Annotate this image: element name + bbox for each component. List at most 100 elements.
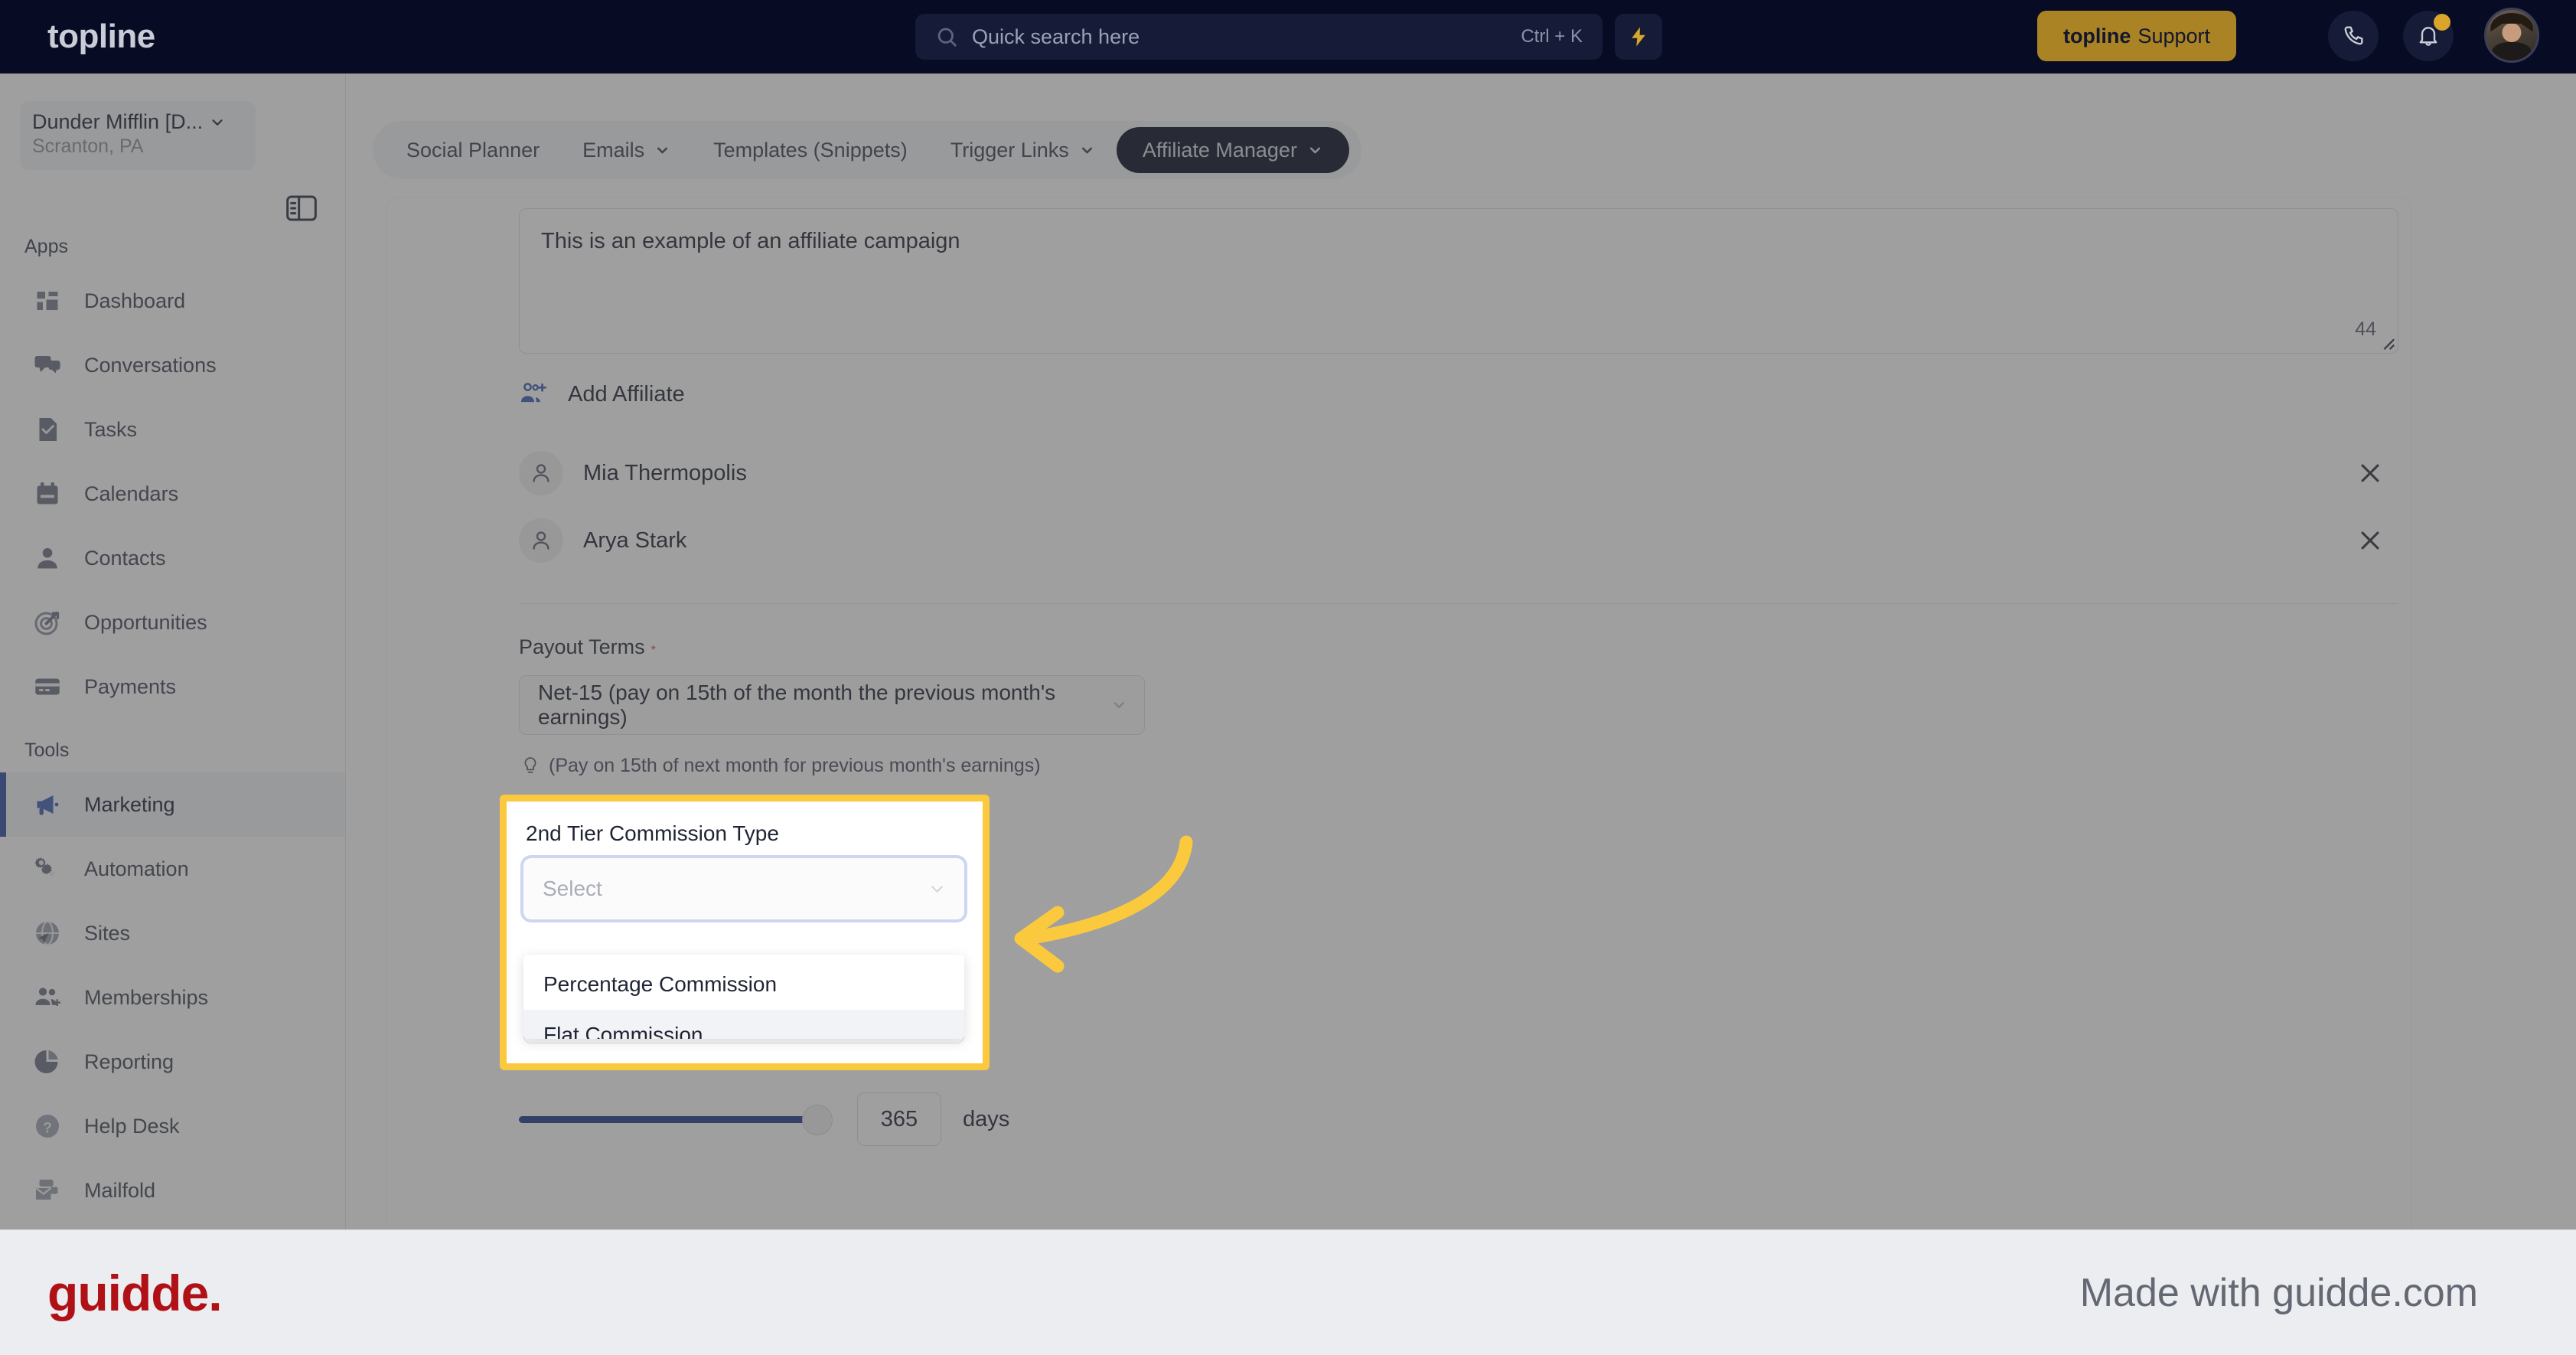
question-circle-icon: ? [36, 1115, 59, 1138]
guidde-made-with: Made with guidde.com [2079, 1270, 2478, 1315]
quick-search-placeholder: Quick search here [972, 24, 1140, 48]
sidebar-item-label: Dashboard [84, 289, 186, 312]
support-label: Support [2137, 24, 2211, 47]
people-add-icon [35, 988, 61, 1006]
tab-label: Templates (Snippets) [713, 138, 908, 162]
dropdown-option-label: Percentage Commission [543, 972, 778, 996]
affiliate-campaign-form: This is an example of an affiliate campa… [386, 198, 2411, 1229]
lightning-bolt-icon [1632, 27, 1645, 47]
chevron-down-icon [657, 147, 668, 153]
second-tier-commission-placeholder: Select [543, 877, 602, 900]
dashboard-icon [37, 292, 58, 310]
resize-grip-icon[interactable] [2379, 334, 2395, 351]
user-avatar[interactable] [2484, 8, 2539, 63]
sidebar-item-conversations[interactable]: Conversations [0, 333, 345, 397]
sidebar-item-automation[interactable]: Automation [0, 837, 345, 901]
tab-emails[interactable]: Emails [561, 127, 692, 173]
sidebar-item-contacts[interactable]: Contacts [0, 526, 345, 590]
quick-search-shortcut: Ctrl + K [1521, 26, 1583, 47]
chevron-down-icon [931, 885, 943, 893]
top-header-bar: topline Quick search here Ctrl + K topli… [0, 0, 2576, 73]
payout-terms-select[interactable]: Net-15 (pay on 15th of the month the pre… [519, 675, 1145, 735]
sidebar-item-reporting[interactable]: Reporting [0, 1030, 345, 1094]
second-tier-commission-select[interactable]: Select [523, 858, 964, 919]
sidebar-item-label: Help Desk [84, 1114, 180, 1138]
sidebar-item-mailfold[interactable]: Mailfold [0, 1158, 345, 1223]
sidebar-item-label: Contacts [84, 546, 166, 570]
application-window: Dunder Mifflin [D... Scranton, PA Apps D… [0, 0, 2576, 1229]
second-tier-commission-label: 2nd Tier Commission Type [526, 821, 779, 845]
affiliate-name: Arya Stark [583, 527, 687, 553]
sidebar-item-marketing[interactable]: Marketing [0, 772, 345, 837]
cookie-life-slider[interactable] [519, 1104, 833, 1135]
person-icon [533, 531, 549, 550]
avatar-face [2502, 23, 2522, 43]
sidebar-item-label: Mailfold [84, 1178, 156, 1202]
sidebar-item-sites[interactable]: Sites [0, 901, 345, 965]
slider-handle[interactable] [802, 1104, 833, 1135]
second-tier-commission-dropdown: Percentage Commission Flat Commission [523, 955, 964, 1039]
cookie-life-value: 365 [880, 1106, 918, 1131]
sidebar: Dunder Mifflin [D... Scranton, PA Apps D… [0, 73, 346, 1229]
tab-label: Emails [582, 138, 645, 162]
add-affiliate-label: Add Affiliate [568, 381, 685, 406]
task-document-icon [39, 418, 57, 441]
add-affiliate-button[interactable]: Add Affiliate [519, 380, 685, 409]
topline-support-button[interactable]: topline Support [2037, 11, 2236, 61]
sidebar-item-calendars[interactable]: Calendars [0, 462, 345, 526]
sidebar-item-label: Reporting [84, 1050, 174, 1073]
cookie-life-unit: days [963, 1106, 1010, 1131]
gears-icon [34, 857, 55, 877]
second-tier-commission-callout: 2nd Tier Commission Type Default Templat… [500, 795, 990, 1070]
sidebar-section-label-apps: Apps [24, 236, 68, 257]
sidebar-item-help-desk[interactable]: ? Help Desk [0, 1094, 345, 1158]
quick-search-input[interactable]: Quick search here Ctrl + K [915, 14, 1603, 60]
sidebar-item-label: Opportunities [84, 610, 207, 634]
tab-trigger-links[interactable]: Trigger Links [929, 127, 1117, 173]
sidebar-item-label: Sites [84, 921, 131, 945]
table-row: Arya Stark [519, 507, 2398, 574]
pie-chart-icon [34, 1050, 58, 1073]
cookie-life-input[interactable]: 365 [857, 1092, 941, 1146]
org-name: Dunder Mifflin [D... [32, 110, 204, 133]
guidde-footer: guidde. Made with guidde.com [0, 1229, 2576, 1355]
megaphone-icon [37, 795, 59, 815]
org-switcher[interactable]: Dunder Mifflin [D... Scranton, PA [20, 101, 256, 170]
chevron-down-icon [1309, 147, 1320, 153]
phone-button[interactable] [2328, 11, 2379, 61]
tab-affiliate-manager[interactable]: Affiliate Manager [1116, 127, 1349, 173]
tab-templates-snippets[interactable]: Templates (Snippets) [692, 127, 929, 173]
notifications-button[interactable] [2403, 11, 2454, 61]
cookie-life-row: 365 days [519, 1092, 1009, 1146]
sidebar-item-opportunities[interactable]: Opportunities [0, 590, 345, 655]
sidebar-item-label: Memberships [84, 985, 209, 1009]
avatar-body [2492, 42, 2532, 60]
payout-terms-value: Net-15 (pay on 15th of the month the pre… [538, 681, 1056, 729]
sidebar-item-tasks[interactable]: Tasks [0, 397, 345, 462]
close-icon[interactable] [2357, 460, 2383, 486]
tab-social-planner[interactable]: Social Planner [385, 127, 561, 173]
chat-bubbles-icon [34, 356, 60, 374]
sidebar-item-memberships[interactable]: Memberships [0, 965, 345, 1030]
search-icon [937, 28, 957, 47]
support-brand: topline [2062, 24, 2131, 47]
affiliate-name: Mia Thermopolis [583, 460, 747, 485]
campaign-description-textarea[interactable]: This is an example of an affiliate campa… [519, 208, 2398, 354]
org-name-row: Dunder Mifflin [D... [32, 110, 243, 134]
dropdown-option-flat-commission[interactable]: Flat Commission [523, 1010, 964, 1039]
dropdown-option-percentage-commission[interactable]: Percentage Commission [523, 959, 964, 1010]
sidebar-item-dashboard[interactable]: Dashboard [0, 269, 345, 333]
calendar-icon [37, 482, 58, 504]
phone-icon [2344, 26, 2363, 45]
required-asterisk: * [651, 644, 656, 657]
sidebar-section-tools: Tools Marketing Automation Sites Members… [0, 740, 345, 1223]
tab-label: Social Planner [406, 138, 540, 162]
person-icon [533, 464, 549, 482]
quick-actions-button[interactable] [1615, 14, 1662, 60]
tab-label: Affiliate Manager [1142, 138, 1297, 162]
chevron-down-icon [212, 119, 223, 126]
mail-stack-icon [35, 1179, 58, 1200]
sidebar-item-payments[interactable]: Payments [0, 655, 345, 719]
panel-collapse-icon[interactable] [285, 193, 318, 224]
close-icon[interactable] [2357, 527, 2383, 553]
